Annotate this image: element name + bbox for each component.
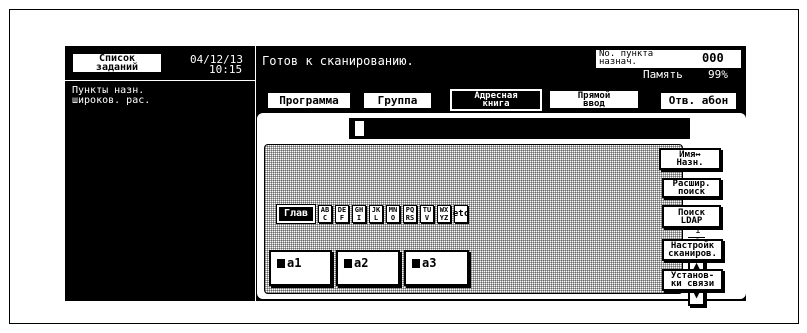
- destination-entry-name: a1: [287, 256, 302, 270]
- reply-subscriber-label: Отв. абон: [668, 94, 729, 107]
- reply-subscriber-button[interactable]: Отв. абон: [659, 91, 738, 111]
- index-key-main[interactable]: Глав: [276, 204, 316, 224]
- ldap-search-button[interactable]: Поиск LDAP: [662, 205, 721, 228]
- left-divider: [65, 80, 255, 81]
- scan-settings-button[interactable]: Настройк сканиров.: [662, 239, 723, 261]
- destination-entry[interactable]: a2: [336, 250, 400, 286]
- index-key-abc[interactable]: AB C: [318, 205, 332, 223]
- name-dest-toggle-label-2: Назн.: [676, 158, 704, 168]
- status-message: Готов к сканированию.: [262, 54, 414, 68]
- comm-settings-label-2: ки связи: [670, 279, 715, 289]
- email-type-icon: [412, 259, 420, 268]
- tab-direct-input-label-2: ввод: [583, 98, 605, 109]
- name-dest-toggle-button[interactable]: Имя↔ Назн.: [659, 148, 721, 170]
- tab-group-label: Группа: [377, 93, 418, 107]
- job-list-button[interactable]: Список заданий: [71, 52, 163, 74]
- job-list-label-2: заданий: [95, 62, 139, 73]
- email-type-icon: [277, 259, 285, 268]
- scan-settings-label-2: сканиров.: [668, 249, 717, 259]
- tab-program-label: Программа: [279, 93, 339, 107]
- ldap-search-label-2: LDAP: [680, 215, 703, 226]
- destination-entry[interactable]: a3: [404, 250, 469, 286]
- tab-address-book-label-2: книга: [482, 99, 510, 109]
- index-key-tuv[interactable]: TU V: [420, 205, 434, 223]
- advanced-search-button[interactable]: Расшир. поиск: [662, 178, 721, 198]
- index-key-wxyz[interactable]: WX YZ: [437, 205, 451, 223]
- index-key-def[interactable]: DE F: [335, 205, 349, 223]
- email-type-icon: [344, 259, 352, 268]
- search-input[interactable]: [349, 118, 690, 139]
- index-key-etc[interactable]: etc: [453, 205, 469, 223]
- index-key-pqrs[interactable]: PQ RS: [403, 205, 417, 223]
- dest-count-label-2: назнач.: [599, 57, 637, 67]
- time-display: 10:15: [209, 63, 243, 76]
- memory-label: Память: [643, 68, 683, 81]
- destination-entry-name: a3: [422, 256, 437, 270]
- vertical-divider: [255, 46, 256, 301]
- destination-entry[interactable]: a1: [269, 250, 332, 286]
- destination-entry-name: a2: [354, 256, 369, 270]
- tab-direct-input[interactable]: Прямой ввод: [548, 89, 640, 110]
- text-cursor: [355, 121, 364, 136]
- index-key-ghi[interactable]: GH I: [352, 205, 366, 223]
- tab-group[interactable]: Группа: [362, 91, 433, 110]
- advanced-search-label-2: поиск: [677, 187, 706, 197]
- dest-count-value: 000: [702, 51, 724, 65]
- index-key-jkl[interactable]: JK L: [369, 205, 383, 223]
- memory-value: 99%: [708, 68, 728, 81]
- tab-address-book[interactable]: Адресная книга: [449, 88, 543, 112]
- broadcast-dest-label-2: широков. рас.: [72, 95, 151, 106]
- comm-settings-button[interactable]: Установ- ки связи: [662, 269, 723, 291]
- tab-program[interactable]: Программа: [266, 91, 352, 110]
- index-key-mno[interactable]: MN O: [386, 205, 400, 223]
- control-panel-screen: Список заданий 04/12/13 10:15 Пункты наз…: [65, 46, 746, 306]
